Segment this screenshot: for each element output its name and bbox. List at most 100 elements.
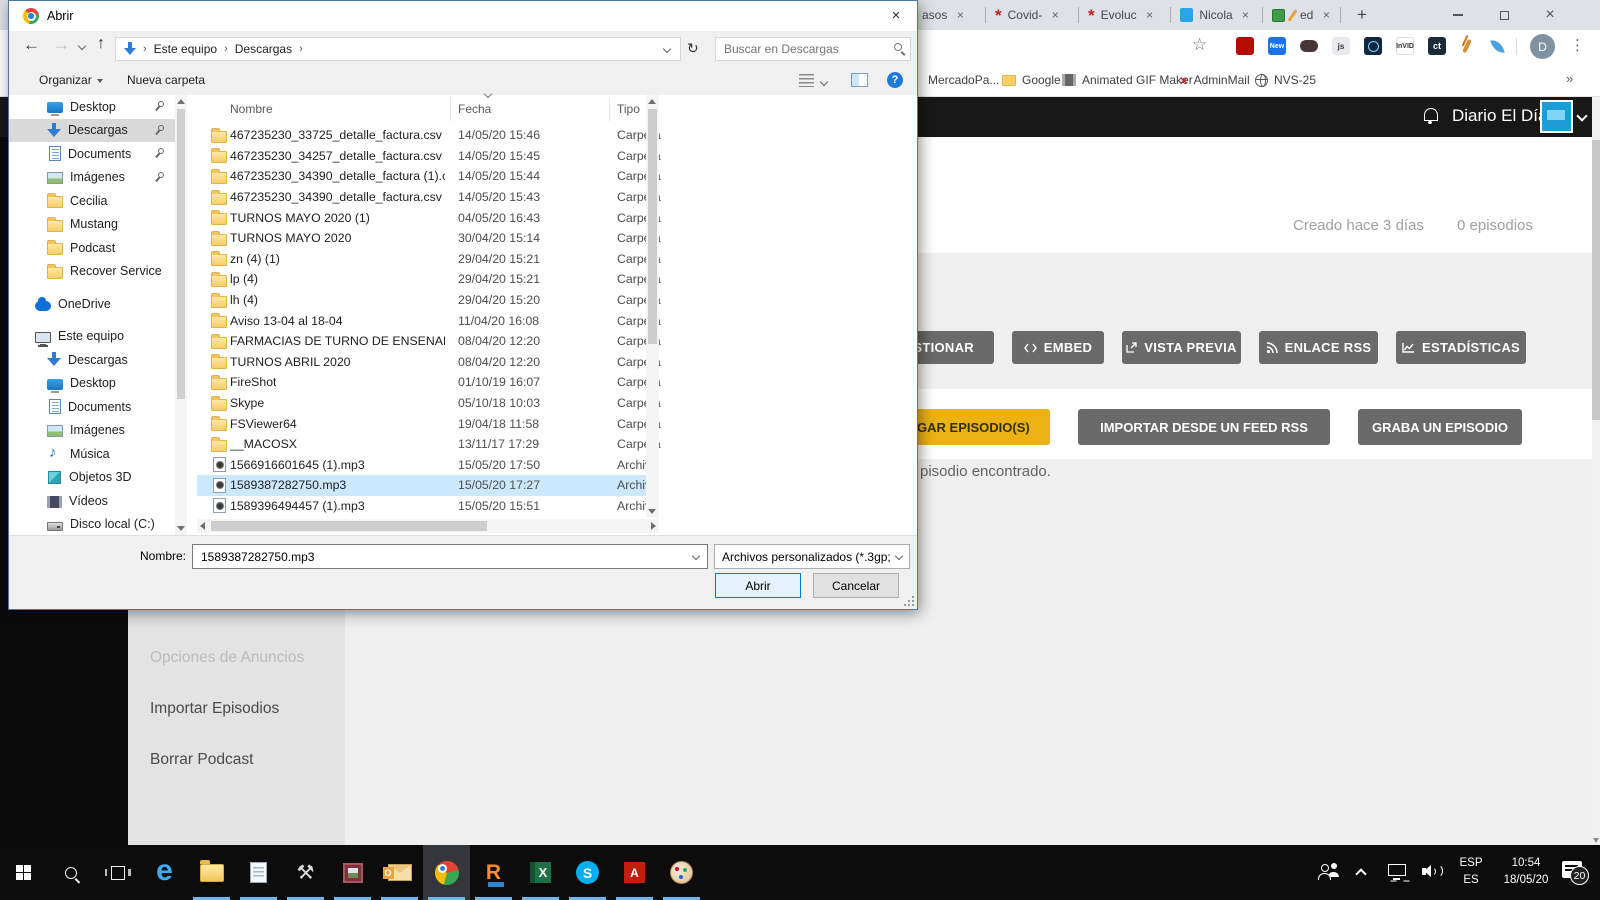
sidebar-item[interactable]: Desktop — [9, 372, 185, 396]
record-episode-button[interactable]: GRABA UN EPISODIO — [1358, 409, 1522, 445]
taskbar-paint[interactable] — [658, 845, 705, 900]
taskbar-skype[interactable]: S — [564, 845, 611, 900]
breadcrumb-dropdown-chevron[interactable] — [663, 45, 671, 53]
file-row[interactable]: FireShot 01/10/19 16:07 Carpeta — [197, 372, 653, 393]
file-row[interactable]: lh (4) 29/04/20 15:20 Carpeta — [197, 290, 653, 311]
sidebar-item[interactable]: Imágenes — [9, 419, 185, 443]
scroll-down-arrow[interactable] — [648, 509, 656, 514]
filename-input[interactable] — [199, 547, 679, 566]
refresh-icon[interactable]: ↻ — [687, 40, 699, 57]
file-row[interactable]: 1566916601645 (1).mp3 15/05/20 17:50 Arc… — [197, 455, 653, 476]
sidebar-item[interactable]: OneDrive — [9, 292, 185, 316]
filename-dropdown-chevron[interactable] — [692, 552, 700, 560]
sidebar-item[interactable]: Imágenes — [9, 166, 185, 190]
bookmark-google[interactable]: Google — [1002, 63, 1061, 97]
open-button[interactable]: Abrir — [715, 573, 801, 598]
chevron-down-icon[interactable] — [1576, 110, 1587, 121]
search-input[interactable] — [722, 39, 882, 59]
clock[interactable]: 10:54 18/05/20 — [1496, 855, 1556, 900]
sidebar-item[interactable]: Descargas — [9, 119, 185, 143]
file-row[interactable]: lp (4) 29/04/20 15:21 Carpeta — [197, 269, 653, 290]
help-icon[interactable]: ? — [887, 72, 903, 88]
scroll-left-arrow[interactable] — [200, 522, 205, 530]
sidebar-item[interactable]: Vídeos — [9, 489, 185, 513]
file-row[interactable]: FARMACIAS DE TURNO DE ENSENADA... 08/04/… — [197, 331, 653, 352]
file-row[interactable]: TURNOS ABRIL 2020 08/04/20 12:20 Carpeta — [197, 352, 653, 373]
tab-editor[interactable]: ed × — [1272, 0, 1340, 30]
new-folder-button[interactable]: Nueva carpeta — [127, 73, 205, 87]
js-extension-icon[interactable]: js — [1332, 37, 1350, 55]
people-tray-icon[interactable] — [1318, 862, 1340, 882]
scroll-down-arrow[interactable] — [177, 526, 185, 531]
file-row[interactable]: 467235230_33725_detalle_factura.csv 14/0… — [197, 125, 653, 146]
sidebar-item[interactable]: Objetos 3D — [9, 466, 185, 490]
taskbar-chrome[interactable] — [423, 845, 470, 900]
file-list-hscrollbar[interactable] — [197, 519, 659, 533]
column-header-date[interactable]: Fecha — [458, 102, 491, 116]
tab-close-icon[interactable]: × — [1048, 8, 1062, 22]
back-button[interactable]: ← — [23, 35, 40, 55]
file-row[interactable]: 1589396494457 (1).mp3 15/05/20 15:51 Arc… — [197, 496, 653, 517]
notifications-bell-icon[interactable] — [1424, 108, 1438, 121]
organize-button[interactable]: Organizar — [39, 73, 103, 87]
sidebar-item[interactable]: Disco local (C:) — [9, 513, 185, 536]
resize-grip[interactable] — [904, 596, 914, 606]
preview-pane-icon[interactable] — [851, 73, 868, 87]
tray-expand-chevron[interactable] — [1355, 868, 1366, 879]
notification-center-icon[interactable]: 20 — [1562, 861, 1582, 878]
rss-link-button[interactable]: ENLACE RSS — [1259, 331, 1378, 364]
column-header-name[interactable]: Nombre — [230, 102, 273, 116]
bookmark-mercadopago[interactable]: MercadoPa... — [928, 63, 999, 97]
sidebar-item[interactable]: Documents — [9, 142, 185, 166]
tab-nicola[interactable]: Nicola × — [1180, 0, 1252, 30]
taskbar-edge[interactable]: e — [141, 845, 188, 900]
scroll-up-arrow[interactable] — [177, 99, 185, 104]
column-header-type[interactable]: Tipo — [617, 102, 640, 116]
volume-tray-icon[interactable] — [1422, 863, 1444, 880]
bookmark-star-icon[interactable]: ☆ — [1192, 35, 1207, 55]
taskbar-explorer[interactable] — [188, 845, 235, 900]
forward-button[interactable]: → — [53, 35, 70, 55]
tool-extension-icon[interactable] — [1458, 37, 1476, 55]
window-restore-button[interactable] — [1481, 0, 1527, 30]
taskbar-notepad[interactable] — [235, 845, 282, 900]
recent-locations-chevron[interactable] — [78, 42, 86, 50]
sidebar-item[interactable]: Música — [9, 442, 185, 466]
ct-extension-icon[interactable]: ct — [1428, 37, 1446, 55]
bookmark-gif-maker[interactable]: Animated GIF Maker — [1062, 63, 1193, 97]
file-row[interactable]: Skype 05/10/18 10:03 Carpeta — [197, 393, 653, 414]
file-row[interactable]: 1589387282750.mp3 15/05/20 17:27 Archivo — [197, 475, 653, 496]
file-row[interactable]: TURNOS MAYO 2020 30/04/20 15:14 Carpeta — [197, 228, 653, 249]
window-minimize-button[interactable] — [1435, 0, 1481, 30]
bookmark-nvs25[interactable]: NVS-25 — [1255, 63, 1316, 97]
taskbar-outlook[interactable] — [376, 845, 423, 900]
file-row[interactable]: 467235230_34390_detalle_factura.csv 14/0… — [197, 187, 653, 208]
scrollbar-thumb[interactable] — [648, 109, 657, 344]
view-options-chevron[interactable] — [820, 78, 828, 86]
taskbar-remote-desktop[interactable]: R — [470, 845, 517, 900]
search-box[interactable] — [715, 37, 911, 61]
filename-field[interactable] — [192, 544, 708, 569]
file-row[interactable]: Aviso 13-04 al 18-04 11/04/20 16:08 Carp… — [197, 310, 653, 331]
scrollbar-down-arrow[interactable] — [1593, 838, 1599, 843]
file-row[interactable]: FSViewer64 19/04/18 11:58 Carpeta — [197, 413, 653, 434]
file-row[interactable]: TURNOS MAYO 2020 (1) 04/05/20 16:43 Carp… — [197, 207, 653, 228]
language-indicator[interactable]: ESP ES — [1452, 855, 1490, 900]
file-row[interactable]: zn (4) (1) 29/04/20 15:21 Carpeta — [197, 249, 653, 270]
breadcrumb[interactable]: › Este equipo › Descargas › — [115, 37, 681, 61]
preview-button[interactable]: VISTA PREVIA — [1122, 331, 1241, 364]
taskbar-tools[interactable]: ⚒ — [282, 845, 329, 900]
scrollbar-thumb[interactable] — [177, 109, 185, 399]
import-feed-button[interactable]: IMPORTAR DESDE UN FEED RSS — [1078, 409, 1330, 445]
breadcrumb-item-este-equipo[interactable]: Este equipo — [154, 42, 217, 56]
new-tab-button[interactable]: + — [1348, 2, 1376, 28]
tab-close-icon[interactable]: × — [953, 8, 967, 22]
file-row[interactable]: __MACOSX 13/11/17 17:29 Carpeta — [197, 434, 653, 455]
sidebar-item-import-episodes[interactable]: Importar Episodios — [150, 700, 279, 718]
new-extension-icon[interactable]: New — [1268, 37, 1286, 55]
sidebar-item[interactable]: Desktop — [9, 95, 185, 119]
sidebar-item-delete-podcast[interactable]: Borrar Podcast — [150, 751, 253, 769]
file-list-vscrollbar[interactable] — [646, 95, 659, 518]
sidebar-scrollbar[interactable] — [175, 95, 187, 535]
browser-menu-icon[interactable]: ⋮ — [1570, 36, 1585, 54]
